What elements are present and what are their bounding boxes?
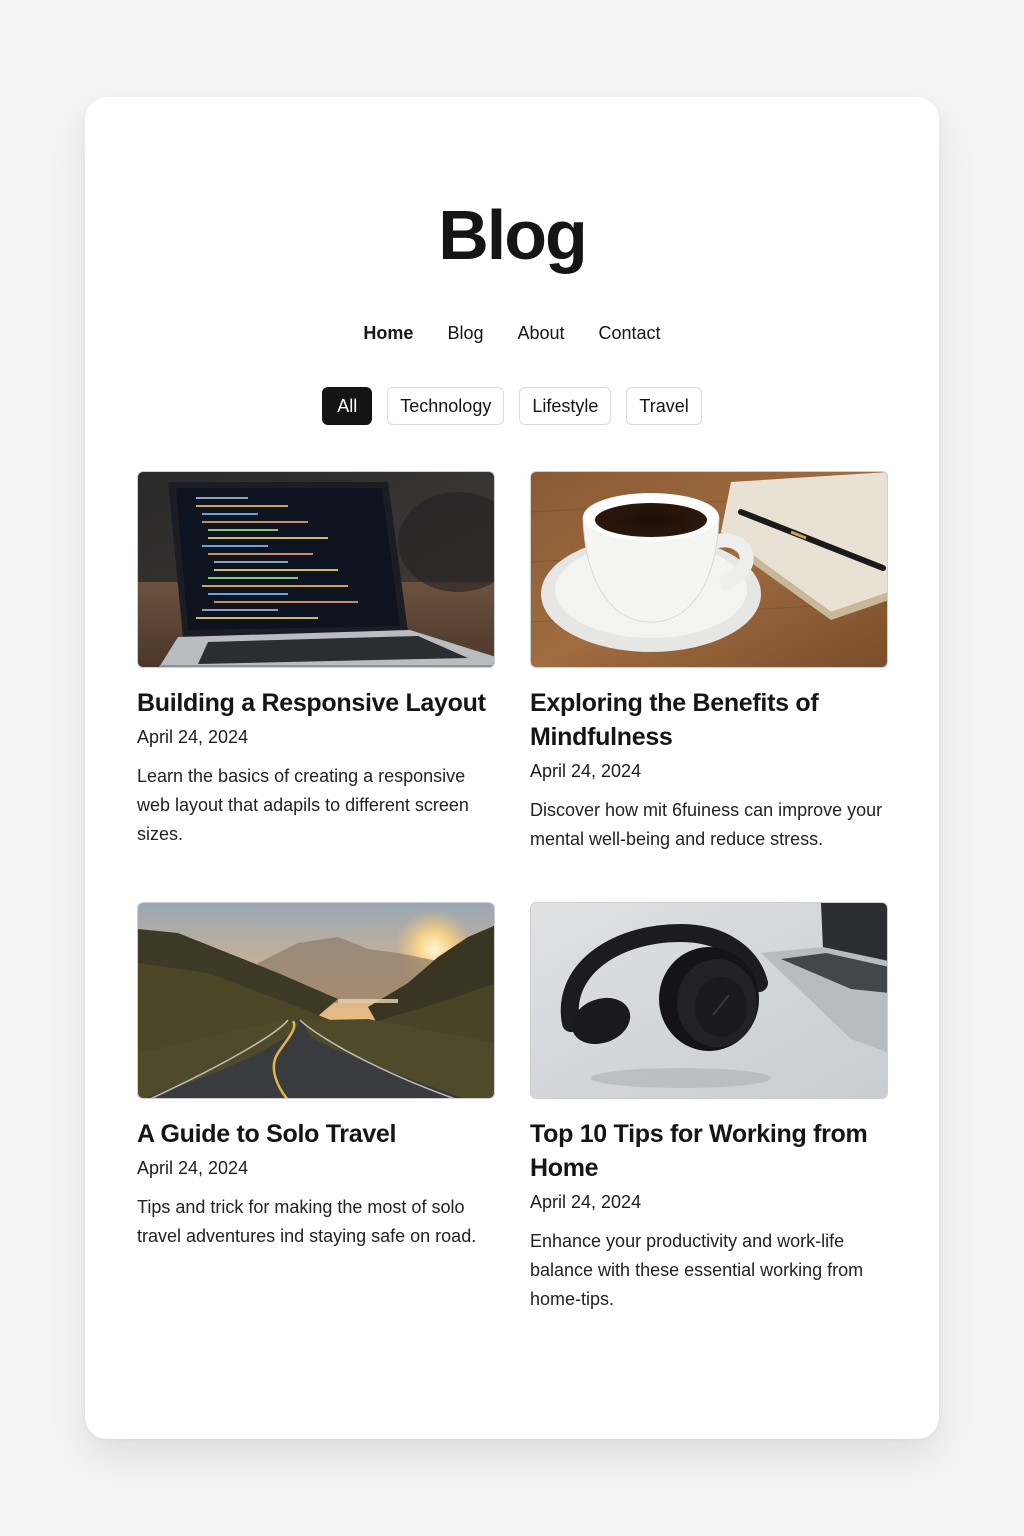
laptop-with-code-image (138, 472, 494, 667)
post-date: April 24, 2024 (137, 727, 249, 747)
main-nav: Home Blog About Contact (85, 321, 939, 345)
post-date: April 24, 2024 (137, 1158, 249, 1178)
post-card[interactable]: Exploring the Benefits of Mindfulness Ap… (530, 471, 888, 854)
post-title[interactable]: Top 10 Tips for Working from Home (530, 1117, 888, 1185)
post-thumbnail-headphones-and-laptop[interactable] (530, 902, 888, 1099)
filter-all-button[interactable]: All (322, 387, 373, 425)
post-excerpt: Tips and trick for making the most of so… (137, 1197, 477, 1246)
nav-item-home[interactable]: Home (363, 321, 413, 345)
post-title[interactable]: Exploring the Benefits of Mindfulness (530, 686, 888, 754)
filter-lifestyle-button[interactable]: Lifestyle (519, 387, 612, 425)
post-title[interactable]: A Guide to Solo Travel (137, 1117, 495, 1151)
page-title: Blog (438, 196, 588, 274)
post-excerpt: Discover how mit 6fuiness can improve yo… (530, 800, 883, 849)
mountain-road-sunset-image (138, 903, 494, 1098)
post-thumbnail-coffee-cup-and-notebook[interactable] (530, 471, 888, 668)
filter-technology-button[interactable]: Technology (387, 387, 505, 425)
post-date: April 24, 2024 (530, 761, 642, 781)
blog-card: Blog Home Blog About Contact All Technol… (85, 97, 939, 1439)
headphones-and-laptop-image (531, 903, 887, 1098)
post-title[interactable]: Building a Responsive Layout (137, 686, 495, 720)
post-card[interactable]: Top 10 Tips for Working from Home April … (530, 902, 888, 1314)
post-date: April 24, 2024 (530, 1192, 642, 1212)
post-excerpt: Learn the basics of creating a responsiv… (137, 766, 469, 844)
post-thumbnail-mountain-road-sunset[interactable] (137, 902, 495, 1099)
post-card[interactable]: Building a Responsive Layout April 24, 2… (137, 471, 495, 849)
filter-travel-button[interactable]: Travel (626, 387, 702, 425)
nav-item-blog[interactable]: Blog (447, 321, 483, 345)
post-card[interactable]: A Guide to Solo Travel April 24, 2024 Ti… (137, 902, 495, 1251)
nav-item-about[interactable]: About (517, 321, 564, 345)
category-filters: All Technology Lifestyle Travel (85, 387, 939, 425)
post-thumbnail-laptop-with-code[interactable] (137, 471, 495, 668)
coffee-cup-and-notebook-image (531, 472, 887, 667)
nav-item-contact[interactable]: Contact (599, 321, 661, 345)
post-excerpt: Enhance your productivity and work-life … (530, 1231, 864, 1309)
